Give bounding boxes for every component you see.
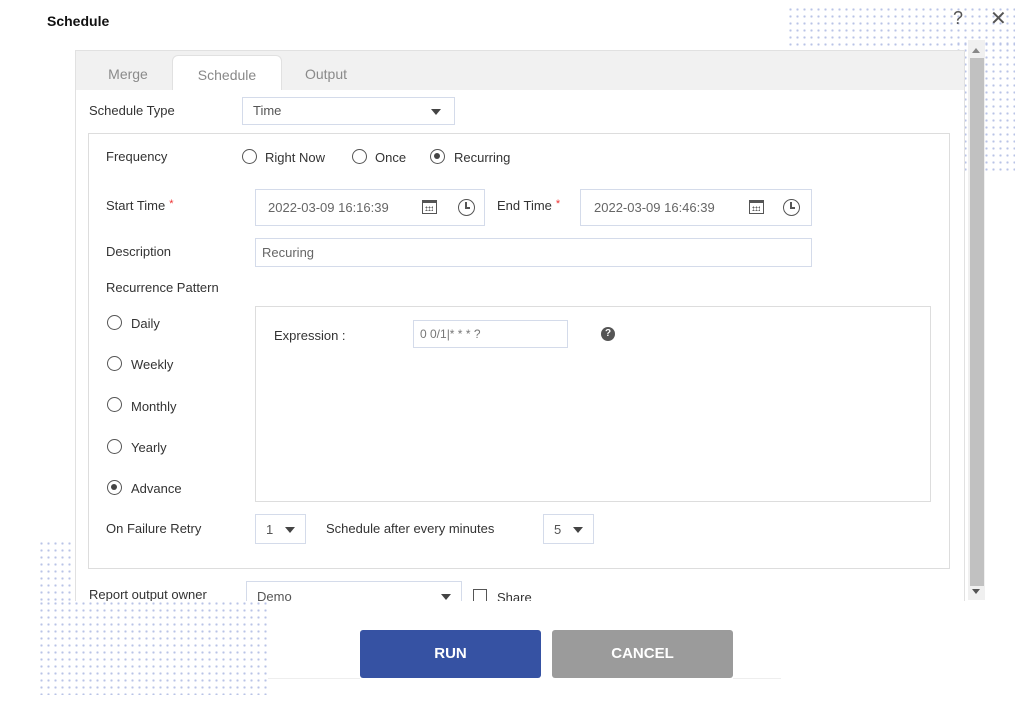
clock-icon[interactable] — [783, 199, 800, 216]
divider — [268, 678, 360, 679]
scroll-down-arrow-icon[interactable] — [972, 589, 980, 594]
chevron-down-icon — [573, 527, 583, 533]
recurrence-monthly-label: Monthly — [131, 399, 177, 414]
frequency-right-now-label: Right Now — [265, 150, 325, 165]
divider — [733, 678, 781, 679]
expression-label: Expression : — [274, 328, 346, 343]
schedule-panel: Merge Schedule Output Schedule Type Time… — [75, 50, 965, 601]
dialog-title: Schedule — [47, 13, 110, 29]
start-time-value: 2022-03-09 16:16:39 — [268, 200, 389, 215]
scroll-thumb[interactable] — [970, 58, 984, 586]
schedule-interval-value: 5 — [554, 522, 562, 537]
frequency-recurring-label: Recurring — [454, 150, 511, 165]
schedule-type-label: Schedule Type — [89, 103, 175, 118]
recurrence-advance-radio[interactable] — [107, 480, 122, 495]
tab-bar: Merge Schedule Output — [76, 51, 964, 90]
scroll-up-arrow-icon[interactable] — [972, 48, 980, 53]
share-checkbox[interactable] — [473, 589, 487, 601]
schedule-interval-select[interactable]: 5 — [543, 514, 594, 544]
decorative-dot-pattern — [38, 600, 268, 695]
close-icon[interactable]: ✕ — [990, 6, 1007, 31]
expression-input[interactable]: 0 0/1|* * * ? — [413, 320, 568, 348]
end-time-input[interactable]: 2022-03-09 16:46:39 — [580, 189, 812, 226]
frequency-label: Frequency — [106, 149, 168, 164]
clock-icon[interactable] — [458, 199, 475, 216]
schedule-interval-label: Schedule after every minutes — [326, 521, 495, 536]
tab-merge[interactable]: Merge — [88, 55, 168, 90]
required-marker: * — [555, 198, 561, 210]
required-marker: * — [169, 198, 174, 210]
chevron-down-icon — [441, 594, 451, 600]
report-output-owner-label: Report output owner — [89, 587, 207, 601]
chevron-down-icon — [285, 527, 295, 533]
frequency-once-label: Once — [375, 150, 407, 165]
tab-output[interactable]: Output — [284, 55, 368, 90]
recurrence-yearly-radio[interactable] — [107, 439, 122, 454]
start-time-label: Start Time * — [106, 198, 174, 213]
end-time-label-text: End Time — [497, 198, 552, 213]
recurrence-pattern-label: Recurrence Pattern — [106, 280, 219, 295]
frequency-recurring-radio[interactable] — [430, 149, 445, 164]
share-label: Share — [497, 590, 532, 601]
tab-schedule[interactable]: Schedule — [172, 55, 282, 90]
end-time-value: 2022-03-09 16:46:39 — [594, 200, 715, 215]
calendar-icon[interactable] — [749, 200, 764, 214]
help-circle-icon[interactable]: ? — [601, 327, 615, 341]
frequency-right-now-radio[interactable] — [242, 149, 257, 164]
recurrence-weekly-label: Weekly — [131, 357, 174, 372]
decorative-dot-pattern — [38, 540, 74, 605]
report-output-owner-select[interactable]: Demo — [246, 581, 462, 601]
description-input[interactable]: Recuring — [255, 238, 812, 267]
retry-count-value: 1 — [266, 522, 274, 537]
frequency-once-radio[interactable] — [352, 149, 367, 164]
schedule-type-value: Time — [253, 103, 282, 118]
cancel-button[interactable]: CANCEL — [552, 630, 733, 678]
recurrence-daily-radio[interactable] — [107, 315, 122, 330]
end-time-label: End Time * — [497, 198, 560, 213]
expression-box — [255, 306, 931, 502]
recurrence-weekly-radio[interactable] — [107, 356, 122, 371]
description-label: Description — [106, 244, 172, 259]
run-button[interactable]: RUN — [360, 630, 541, 678]
start-time-label-text: Start Time — [106, 198, 166, 213]
retry-count-select[interactable]: 1 — [255, 514, 306, 544]
chevron-down-icon — [431, 109, 441, 115]
calendar-icon[interactable] — [422, 200, 437, 214]
recurrence-monthly-radio[interactable] — [107, 397, 122, 412]
recurrence-daily-label: Daily — [131, 316, 160, 331]
scrollbar[interactable] — [968, 40, 985, 600]
recurrence-yearly-label: Yearly — [131, 440, 167, 455]
on-failure-retry-label: On Failure Retry — [106, 521, 202, 536]
start-time-input[interactable]: 2022-03-09 16:16:39 — [255, 189, 485, 226]
help-icon[interactable]: ? — [953, 8, 963, 29]
schedule-type-select[interactable]: Time — [242, 97, 455, 125]
recurrence-advance-label: Advance — [131, 481, 182, 496]
